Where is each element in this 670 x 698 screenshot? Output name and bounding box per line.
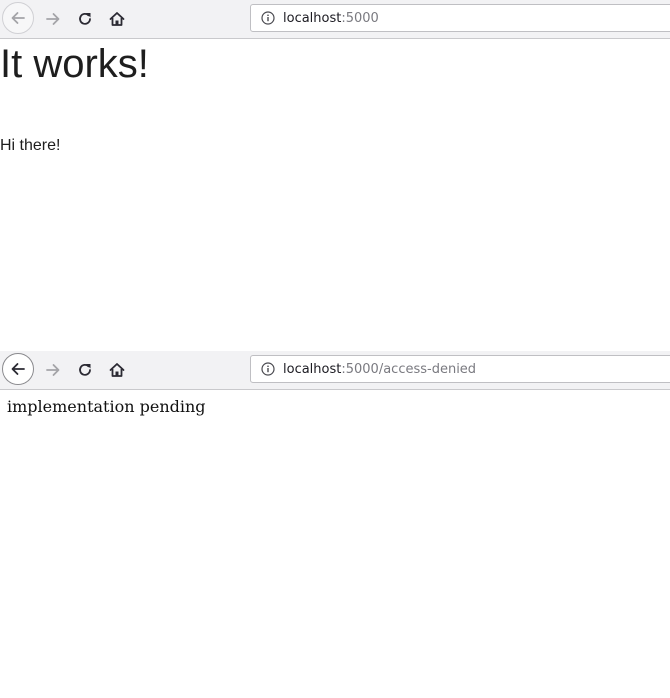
url-bar[interactable]: localhost:5000 bbox=[250, 4, 670, 32]
arrow-left-icon bbox=[11, 363, 25, 375]
reload-button[interactable] bbox=[68, 2, 102, 36]
page-content: It works! Hi there! bbox=[0, 39, 670, 351]
arrow-right-icon bbox=[46, 364, 60, 376]
reload-icon bbox=[79, 363, 91, 376]
reload-button[interactable] bbox=[68, 353, 102, 387]
url-path: :5000/access-denied bbox=[341, 362, 477, 377]
url-host: localhost bbox=[283, 11, 342, 26]
url-host: localhost bbox=[283, 362, 342, 377]
browser-toolbar: localhost:5000 bbox=[0, 0, 670, 39]
arrow-right-icon bbox=[46, 13, 60, 25]
browser-window-2: localhost:5000/access-denied implementat… bbox=[0, 351, 670, 698]
home-icon bbox=[109, 12, 125, 26]
reload-icon bbox=[79, 12, 91, 25]
forward-button[interactable] bbox=[36, 2, 70, 36]
url-path: :5000 bbox=[341, 11, 379, 26]
info-icon[interactable] bbox=[261, 362, 275, 376]
url-text[interactable]: localhost:5000 bbox=[283, 5, 379, 31]
forward-button[interactable] bbox=[36, 353, 70, 387]
page-heading: It works! bbox=[0, 42, 149, 86]
url-text[interactable]: localhost:5000/access-denied bbox=[283, 356, 476, 382]
info-icon[interactable] bbox=[261, 11, 275, 25]
browser-toolbar: localhost:5000/access-denied bbox=[0, 351, 670, 390]
page-paragraph: implementation pending bbox=[7, 397, 206, 416]
arrow-left-icon bbox=[11, 12, 25, 24]
back-button[interactable] bbox=[2, 353, 34, 385]
home-button[interactable] bbox=[100, 353, 134, 387]
page-content: implementation pending bbox=[0, 390, 670, 698]
home-icon bbox=[109, 363, 125, 377]
home-button[interactable] bbox=[100, 2, 134, 36]
back-button[interactable] bbox=[2, 2, 34, 34]
browser-window-1: localhost:5000 It works! Hi there! bbox=[0, 0, 670, 351]
page-paragraph: Hi there! bbox=[0, 137, 61, 154]
url-bar[interactable]: localhost:5000/access-denied bbox=[250, 355, 670, 383]
